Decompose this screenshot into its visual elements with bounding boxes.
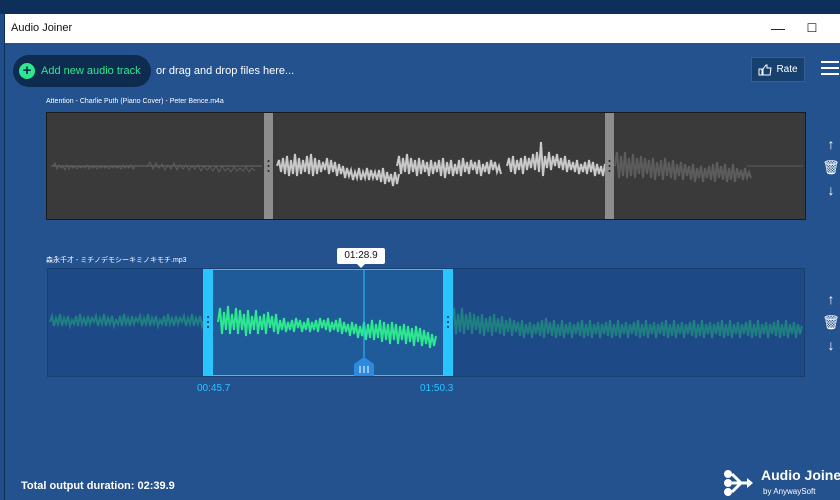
- arrow-down-icon[interactable]: ↓: [822, 336, 840, 354]
- app-window: Audio Joiner — ☐ + Add new audio track o…: [4, 14, 840, 500]
- maximize-button[interactable]: ☐: [795, 14, 829, 43]
- rate-label: Rate: [776, 64, 798, 75]
- rate-button[interactable]: Rate: [751, 57, 805, 82]
- track-2-controls: ↑ 🗑 ↓: [822, 290, 840, 359]
- track-2-name: 森永千才 - ミチノデモシーキミノキモチ.mp3: [46, 257, 187, 264]
- brand-logo: Audio Joiner by AnywaySoft: [723, 467, 840, 500]
- window-title: Audio Joiner: [11, 22, 73, 34]
- hamburger-menu-icon[interactable]: [821, 61, 839, 77]
- waveform-outside-left: [49, 312, 213, 330]
- arrow-down-icon[interactable]: ↓: [822, 181, 840, 199]
- track-1-name: Attention - Charlie Puth (Piano Cover) -…: [46, 98, 224, 105]
- arrow-up-icon[interactable]: ↑: [822, 290, 840, 308]
- selection-start-time: 00:45.7: [197, 383, 231, 394]
- waveform-outside-right: [451, 307, 803, 339]
- trash-icon[interactable]: 🗑: [822, 313, 840, 331]
- track-1-start-handle[interactable]: [264, 113, 273, 219]
- track-1-waveform[interactable]: [46, 112, 806, 220]
- waveform-selected: [276, 141, 610, 187]
- add-audio-track-button[interactable]: + Add new audio track: [13, 55, 151, 87]
- minimize-button[interactable]: —: [761, 14, 795, 43]
- total-output-duration: Total output duration: 02:39.9: [21, 480, 175, 492]
- arrow-up-icon[interactable]: ↑: [822, 135, 840, 153]
- drag-drop-hint: or drag and drop files here...: [156, 65, 295, 77]
- main-content: + Add new audio track or drag and drop f…: [5, 43, 840, 500]
- waveform-outside-left: [51, 161, 262, 174]
- playhead-time-tooltip: 01:28.9: [337, 248, 385, 264]
- audio-joiner-logo-icon: [724, 470, 753, 496]
- track-1-end-handle[interactable]: [605, 113, 614, 219]
- selection-end-time: 01:50.3: [420, 383, 454, 394]
- add-audio-track-label: Add new audio track: [41, 65, 141, 77]
- brand-name: Audio Joiner: [761, 467, 840, 483]
- track-2-start-handle[interactable]: [203, 269, 213, 376]
- track-2-end-handle[interactable]: [443, 269, 453, 376]
- brand-by: by AnywaySoft: [763, 487, 816, 496]
- plus-icon: +: [19, 63, 35, 79]
- waveform-outside-right: [614, 151, 803, 183]
- track-2-waveform[interactable]: [47, 268, 805, 377]
- trash-icon[interactable]: 🗑: [822, 158, 840, 176]
- track-1-controls: ↑ 🗑 ↓: [822, 135, 840, 204]
- desktop-strip: [0, 0, 840, 14]
- title-bar: Audio Joiner — ☐: [5, 14, 840, 43]
- thumbs-up-icon: [758, 64, 773, 75]
